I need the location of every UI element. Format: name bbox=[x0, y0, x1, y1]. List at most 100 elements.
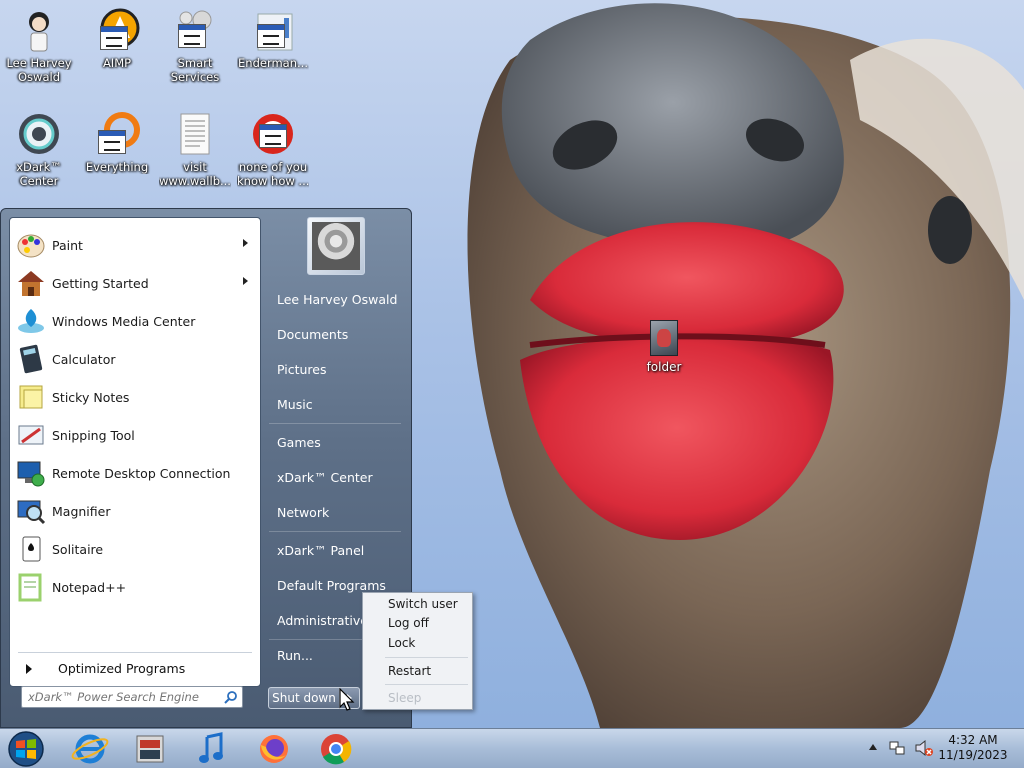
desktop-icon-none-of-you[interactable]: none of you know how ... bbox=[237, 106, 309, 188]
desktop-icon-label: know how ... bbox=[237, 174, 309, 188]
avatar-photo bbox=[312, 222, 360, 270]
menu-item-sleep[interactable]: Sleep bbox=[388, 689, 421, 707]
menu-item-games[interactable]: Games bbox=[269, 430, 407, 456]
divider bbox=[385, 657, 468, 658]
firefox-icon[interactable] bbox=[252, 731, 296, 767]
desktop-icon-label: visit bbox=[183, 160, 207, 174]
menu-item-restart[interactable]: Restart bbox=[388, 662, 431, 680]
start-button-icon[interactable] bbox=[4, 730, 48, 768]
app-window-icon bbox=[178, 24, 206, 48]
program-windows-media-center[interactable]: Windows Media Center bbox=[14, 304, 256, 338]
magnifier-icon bbox=[16, 496, 46, 526]
desktop-icon-visit-wallpaper[interactable]: visit www.wallb... bbox=[159, 106, 231, 188]
user-avatar[interactable] bbox=[307, 217, 365, 275]
menu-item-documents[interactable]: Documents bbox=[269, 322, 407, 348]
volume-muted-icon[interactable] bbox=[914, 739, 934, 757]
remote-desktop-icon bbox=[16, 458, 46, 488]
show-hidden-icons-icon[interactable] bbox=[868, 743, 878, 751]
program-snipping-tool[interactable]: Snipping Tool bbox=[14, 418, 256, 452]
search-box[interactable] bbox=[21, 686, 243, 708]
menu-item-pictures[interactable]: Pictures bbox=[269, 357, 407, 383]
calculator-icon bbox=[16, 344, 46, 374]
desktop-icon-enderman[interactable]: Enderman... bbox=[237, 2, 309, 70]
program-name: Windows Media Center bbox=[52, 314, 196, 329]
desktop-icon-label: none of you bbox=[238, 160, 308, 174]
media-app-icon[interactable] bbox=[128, 731, 172, 767]
divider bbox=[269, 423, 401, 424]
menu-item-switch-user[interactable]: Switch user bbox=[388, 595, 458, 613]
program-magnifier[interactable]: Magnifier bbox=[14, 494, 256, 528]
system-clock[interactable]: 4:32 AM 11/19/2023 bbox=[938, 733, 1008, 763]
sticky-notes-icon bbox=[16, 382, 46, 412]
desktop-folder[interactable]: folder bbox=[636, 320, 692, 374]
desktop-icon-everything[interactable]: Everything bbox=[81, 106, 153, 174]
divider bbox=[385, 684, 468, 685]
document-icon bbox=[172, 112, 218, 158]
app-window-icon bbox=[259, 124, 287, 148]
menu-item-network[interactable]: Network bbox=[269, 500, 407, 526]
notepadpp-icon bbox=[16, 572, 46, 602]
desktop-icon-label: www.wallb... bbox=[159, 174, 231, 188]
desktop-icon-label: Smart bbox=[177, 56, 213, 70]
desktop-icon-label: Services bbox=[170, 70, 220, 84]
taskbar: 4:32 AM 11/19/2023 bbox=[0, 728, 1024, 768]
getting-started-icon bbox=[16, 268, 46, 298]
desktop-icon-label: Oswald bbox=[18, 70, 60, 84]
paint-icon bbox=[16, 230, 46, 260]
program-calculator[interactable]: Calculator bbox=[14, 342, 256, 376]
menu-item-xdark-center[interactable]: xDark™ Center bbox=[269, 465, 407, 491]
app-window-icon bbox=[257, 24, 285, 48]
desktop-icon-lee-harvey-oswald[interactable]: Lee Harvey Oswald bbox=[3, 2, 75, 84]
all-programs-label: Optimized Programs bbox=[58, 661, 186, 676]
program-sticky-notes[interactable]: Sticky Notes bbox=[14, 380, 256, 414]
program-name: Notepad++ bbox=[52, 580, 127, 595]
desktop-icon-label: xDark™ bbox=[16, 160, 62, 174]
submenu-arrow-icon bbox=[243, 239, 248, 247]
program-notepadpp[interactable]: Notepad++ bbox=[14, 570, 256, 604]
snipping-tool-icon bbox=[16, 420, 46, 450]
folder-icon bbox=[650, 320, 678, 356]
desktop-icon-smart-services[interactable]: Smart Services bbox=[159, 2, 231, 84]
desktop-icon-xdark-center[interactable]: xDark™ Center bbox=[3, 106, 75, 188]
menu-item-music[interactable]: Music bbox=[269, 392, 407, 418]
submenu-arrow-icon bbox=[243, 277, 248, 285]
search-input[interactable] bbox=[28, 689, 218, 705]
network-icon[interactable] bbox=[888, 739, 906, 757]
clock-time: 4:32 AM bbox=[948, 733, 998, 747]
program-remote-desktop[interactable]: Remote Desktop Connection bbox=[14, 456, 256, 490]
media-center-icon bbox=[16, 306, 46, 336]
solitaire-icon bbox=[16, 534, 46, 564]
desktop-icon-label: AIMP bbox=[102, 56, 132, 70]
start-menu: Paint Getting Started Windows Media Cent… bbox=[0, 208, 412, 728]
app-window-icon bbox=[100, 26, 128, 50]
folder-label: folder bbox=[646, 360, 682, 374]
program-solitaire[interactable]: Solitaire bbox=[14, 532, 256, 566]
all-programs-item[interactable]: Optimized Programs bbox=[18, 658, 254, 680]
menu-item-lock[interactable]: Lock bbox=[388, 634, 415, 652]
program-paint[interactable]: Paint bbox=[14, 228, 256, 262]
shutdown-button[interactable]: Shut down bbox=[268, 687, 340, 709]
enderman-icon bbox=[250, 8, 296, 54]
menu-item-user-folder[interactable]: Lee Harvey Oswald bbox=[269, 287, 407, 313]
chrome-icon[interactable] bbox=[314, 731, 358, 767]
xdark-center-icon bbox=[16, 112, 62, 158]
divider bbox=[18, 652, 252, 653]
user-figure-icon bbox=[16, 8, 62, 54]
search-icon[interactable] bbox=[224, 690, 238, 704]
desktop-icon-label: Center bbox=[19, 174, 59, 188]
program-name: Getting Started bbox=[52, 276, 149, 291]
shortcut-icon bbox=[250, 112, 296, 158]
internet-explorer-icon[interactable] bbox=[68, 731, 112, 767]
music-note-icon[interactable] bbox=[190, 731, 234, 767]
program-name: Remote Desktop Connection bbox=[52, 466, 231, 481]
menu-item-log-off[interactable]: Log off bbox=[388, 614, 429, 632]
shutdown-options-menu: Switch user Log off Lock Restart Sleep bbox=[362, 592, 473, 710]
menu-item-xdark-panel[interactable]: xDark™ Panel bbox=[269, 538, 407, 564]
desktop-icon-aimp[interactable]: AIMP bbox=[81, 2, 153, 70]
clock-date: 11/19/2023 bbox=[938, 748, 1008, 762]
desktop-icon-label: Enderman... bbox=[238, 56, 308, 70]
desktop-icon-label: Everything bbox=[85, 160, 149, 174]
start-menu-programs-pane: Paint Getting Started Windows Media Cent… bbox=[9, 217, 261, 687]
app-window-icon bbox=[98, 130, 126, 154]
program-getting-started[interactable]: Getting Started bbox=[14, 266, 256, 300]
